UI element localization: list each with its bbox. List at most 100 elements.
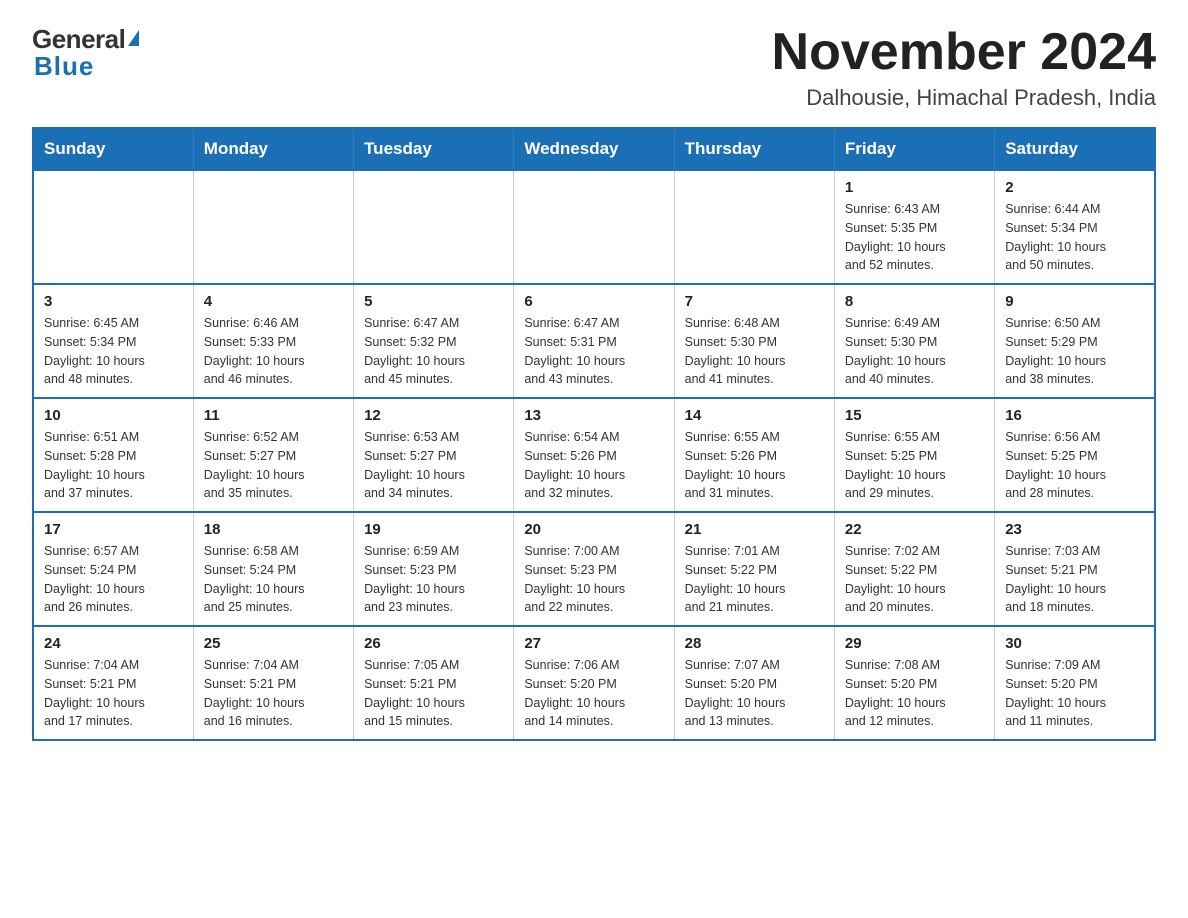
day-info: Sunrise: 7:08 AM Sunset: 5:20 PM Dayligh… xyxy=(845,656,984,731)
calendar-cell: 6Sunrise: 6:47 AM Sunset: 5:31 PM Daylig… xyxy=(514,284,674,398)
calendar-cell: 27 Sunrise: 7:06 AM Sunset: 5:20 PM Dayli… xyxy=(514,626,674,740)
calendar-cell xyxy=(674,170,834,284)
logo-blue-text: Blue xyxy=(34,51,94,81)
day-info: Sunrise: 7:05 AM Sunset: 5:21 PM Dayligh… xyxy=(364,656,503,731)
logo-triangle-icon xyxy=(128,30,139,46)
day-info: Sunrise: 6:55 AM Sunset: 5:25 PM Dayligh… xyxy=(845,428,984,503)
day-number: 26 xyxy=(364,635,503,652)
day-number: 3 xyxy=(44,293,183,310)
day-number: 17 xyxy=(44,521,183,538)
day-info: Sunrise: 7:02 AM Sunset: 5:22 PM Dayligh… xyxy=(845,542,984,617)
day-number: 18 xyxy=(204,521,343,538)
day-info: Sunrise: 6:46 AM Sunset: 5:33 PM Dayligh… xyxy=(204,314,343,389)
calendar-cell: 22 Sunrise: 7:02 AM Sunset: 5:22 PM Dayli… xyxy=(834,512,994,626)
day-number: 8 xyxy=(845,293,984,310)
day-number: 27 xyxy=(524,635,663,652)
day-info: Sunrise: 6:56 AM Sunset: 5:25 PM Dayligh… xyxy=(1005,428,1144,503)
calendar-cell: 4Sunrise: 6:46 AM Sunset: 5:33 PM Daylig… xyxy=(193,284,353,398)
calendar-cell: 26 Sunrise: 7:05 AM Sunset: 5:21 PM Dayli… xyxy=(354,626,514,740)
day-number: 30 xyxy=(1005,635,1144,652)
header-wednesday: Wednesday xyxy=(514,128,674,170)
day-number: 12 xyxy=(364,407,503,424)
calendar-cell: 11Sunrise: 6:52 AM Sunset: 5:27 PM Dayli… xyxy=(193,398,353,512)
day-info: Sunrise: 7:07 AM Sunset: 5:20 PM Dayligh… xyxy=(685,656,824,731)
header-friday: Friday xyxy=(834,128,994,170)
calendar-cell: 12 Sunrise: 6:53 AM Sunset: 5:27 PM Dayli… xyxy=(354,398,514,512)
day-number: 15 xyxy=(845,407,984,424)
week-row-3: 10 Sunrise: 6:51 AM Sunset: 5:28 PM Dayli… xyxy=(33,398,1155,512)
calendar-header-row: SundayMondayTuesdayWednesdayThursdayFrid… xyxy=(33,128,1155,170)
week-row-4: 17 Sunrise: 6:57 AM Sunset: 5:24 PM Dayli… xyxy=(33,512,1155,626)
calendar-cell: 9Sunrise: 6:50 AM Sunset: 5:29 PM Daylig… xyxy=(995,284,1155,398)
logo-area: General Blue xyxy=(32,24,139,82)
title-area: November 2024 Dalhousie, Himachal Prades… xyxy=(772,24,1156,111)
calendar-cell: 8 Sunrise: 6:49 AM Sunset: 5:30 PM Daylig… xyxy=(834,284,994,398)
day-number: 23 xyxy=(1005,521,1144,538)
calendar-cell: 15 Sunrise: 6:55 AM Sunset: 5:25 PM Dayli… xyxy=(834,398,994,512)
day-info: Sunrise: 7:00 AM Sunset: 5:23 PM Dayligh… xyxy=(524,542,663,617)
calendar-cell: 14 Sunrise: 6:55 AM Sunset: 5:26 PM Dayli… xyxy=(674,398,834,512)
day-number: 29 xyxy=(845,635,984,652)
day-info: Sunrise: 6:45 AM Sunset: 5:34 PM Dayligh… xyxy=(44,314,183,389)
day-number: 16 xyxy=(1005,407,1144,424)
calendar-cell: 29 Sunrise: 7:08 AM Sunset: 5:20 PM Dayli… xyxy=(834,626,994,740)
day-info: Sunrise: 7:04 AM Sunset: 5:21 PM Dayligh… xyxy=(204,656,343,731)
day-number: 25 xyxy=(204,635,343,652)
week-row-1: 1 Sunrise: 6:43 AM Sunset: 5:35 PM Daylig… xyxy=(33,170,1155,284)
calendar-cell: 21Sunrise: 7:01 AM Sunset: 5:22 PM Dayli… xyxy=(674,512,834,626)
day-info: Sunrise: 6:50 AM Sunset: 5:29 PM Dayligh… xyxy=(1005,314,1144,389)
calendar-cell: 28 Sunrise: 7:07 AM Sunset: 5:20 PM Dayli… xyxy=(674,626,834,740)
calendar-cell: 20 Sunrise: 7:00 AM Sunset: 5:23 PM Dayli… xyxy=(514,512,674,626)
day-info: Sunrise: 6:57 AM Sunset: 5:24 PM Dayligh… xyxy=(44,542,183,617)
header-saturday: Saturday xyxy=(995,128,1155,170)
day-number: 22 xyxy=(845,521,984,538)
day-number: 10 xyxy=(44,407,183,424)
day-number: 28 xyxy=(685,635,824,652)
calendar-cell xyxy=(354,170,514,284)
day-info: Sunrise: 6:53 AM Sunset: 5:27 PM Dayligh… xyxy=(364,428,503,503)
day-info: Sunrise: 6:59 AM Sunset: 5:23 PM Dayligh… xyxy=(364,542,503,617)
day-info: Sunrise: 6:43 AM Sunset: 5:35 PM Dayligh… xyxy=(845,200,984,275)
day-number: 7 xyxy=(685,293,824,310)
calendar-cell: 16 Sunrise: 6:56 AM Sunset: 5:25 PM Dayli… xyxy=(995,398,1155,512)
calendar-cell: 18Sunrise: 6:58 AM Sunset: 5:24 PM Dayli… xyxy=(193,512,353,626)
header-area: General Blue November 2024 Dalhousie, Hi… xyxy=(32,24,1156,111)
day-info: Sunrise: 7:01 AM Sunset: 5:22 PM Dayligh… xyxy=(685,542,824,617)
day-number: 14 xyxy=(685,407,824,424)
calendar-cell: 10 Sunrise: 6:51 AM Sunset: 5:28 PM Dayli… xyxy=(33,398,193,512)
day-info: Sunrise: 7:09 AM Sunset: 5:20 PM Dayligh… xyxy=(1005,656,1144,731)
calendar-cell: 3 Sunrise: 6:45 AM Sunset: 5:34 PM Daylig… xyxy=(33,284,193,398)
calendar-cell: 19Sunrise: 6:59 AM Sunset: 5:23 PM Dayli… xyxy=(354,512,514,626)
day-info: Sunrise: 6:44 AM Sunset: 5:34 PM Dayligh… xyxy=(1005,200,1144,275)
header-sunday: Sunday xyxy=(33,128,193,170)
calendar-cell: 30 Sunrise: 7:09 AM Sunset: 5:20 PM Dayli… xyxy=(995,626,1155,740)
day-number: 1 xyxy=(845,179,984,196)
calendar-cell xyxy=(514,170,674,284)
calendar-cell: 25 Sunrise: 7:04 AM Sunset: 5:21 PM Dayli… xyxy=(193,626,353,740)
day-info: Sunrise: 6:54 AM Sunset: 5:26 PM Dayligh… xyxy=(524,428,663,503)
calendar-cell xyxy=(193,170,353,284)
calendar-cell: 7Sunrise: 6:48 AM Sunset: 5:30 PM Daylig… xyxy=(674,284,834,398)
header-thursday: Thursday xyxy=(674,128,834,170)
day-number: 5 xyxy=(364,293,503,310)
location-subtitle: Dalhousie, Himachal Pradesh, India xyxy=(772,85,1156,111)
calendar-cell: 17 Sunrise: 6:57 AM Sunset: 5:24 PM Dayli… xyxy=(33,512,193,626)
header-tuesday: Tuesday xyxy=(354,128,514,170)
day-info: Sunrise: 6:51 AM Sunset: 5:28 PM Dayligh… xyxy=(44,428,183,503)
day-number: 20 xyxy=(524,521,663,538)
calendar-cell: 1 Sunrise: 6:43 AM Sunset: 5:35 PM Daylig… xyxy=(834,170,994,284)
day-info: Sunrise: 6:49 AM Sunset: 5:30 PM Dayligh… xyxy=(845,314,984,389)
day-number: 13 xyxy=(524,407,663,424)
day-number: 6 xyxy=(524,293,663,310)
calendar-cell: 13 Sunrise: 6:54 AM Sunset: 5:26 PM Dayli… xyxy=(514,398,674,512)
day-info: Sunrise: 7:06 AM Sunset: 5:20 PM Dayligh… xyxy=(524,656,663,731)
day-info: Sunrise: 6:47 AM Sunset: 5:32 PM Dayligh… xyxy=(364,314,503,389)
day-number: 24 xyxy=(44,635,183,652)
calendar-cell: 24 Sunrise: 7:04 AM Sunset: 5:21 PM Dayli… xyxy=(33,626,193,740)
day-number: 2 xyxy=(1005,179,1144,196)
calendar-table: SundayMondayTuesdayWednesdayThursdayFrid… xyxy=(32,127,1156,741)
day-info: Sunrise: 7:04 AM Sunset: 5:21 PM Dayligh… xyxy=(44,656,183,731)
day-info: Sunrise: 6:55 AM Sunset: 5:26 PM Dayligh… xyxy=(685,428,824,503)
day-info: Sunrise: 6:52 AM Sunset: 5:27 PM Dayligh… xyxy=(204,428,343,503)
calendar-cell xyxy=(33,170,193,284)
